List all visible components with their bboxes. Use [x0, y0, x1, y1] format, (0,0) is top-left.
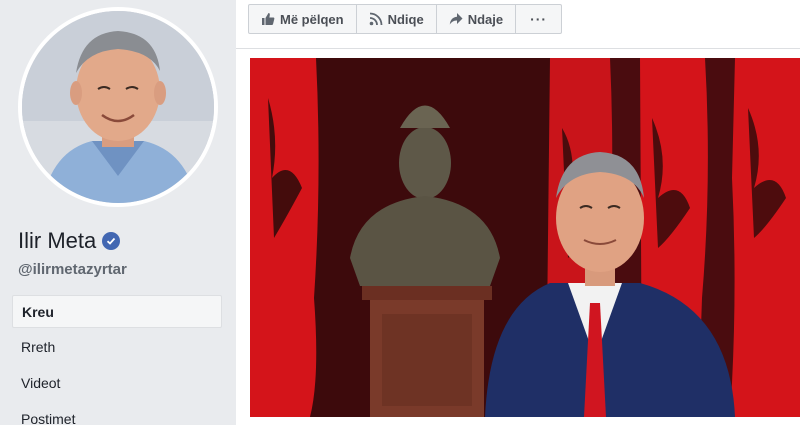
share-arrow-icon — [449, 12, 463, 26]
nav-item-posts[interactable]: Postimet — [12, 403, 222, 425]
page-title[interactable]: Ilir Meta — [18, 228, 121, 254]
left-column: Ilir Meta @ilirmetazyrtar Kreu Rreth Vid… — [0, 0, 236, 425]
profile-picture[interactable] — [22, 11, 214, 203]
share-button-label: Ndaje — [467, 11, 504, 27]
verified-check-icon — [102, 232, 121, 250]
like-button[interactable]: Më pëlqen — [248, 4, 357, 34]
rss-icon — [369, 12, 383, 26]
follow-button-label: Ndiqe — [387, 11, 424, 27]
follow-button[interactable]: Ndiqe — [355, 4, 437, 34]
page-nav: Kreu Rreth Videot Postimet — [12, 295, 222, 425]
main-column: Më pëlqen Ndiqe Ndaje ··· — [236, 0, 800, 425]
page-name-text[interactable]: Ilir Meta — [18, 228, 96, 254]
profile-picture-frame[interactable] — [18, 7, 218, 207]
like-button-label: Më pëlqen — [280, 11, 344, 27]
page-handle[interactable]: @ilirmetazyrtar — [18, 261, 127, 278]
nav-item-home[interactable]: Kreu — [12, 295, 222, 328]
nav-item-about[interactable]: Rreth — [12, 331, 222, 364]
thumbs-up-icon — [261, 12, 275, 26]
page-action-toolbar: Më pëlqen Ndiqe Ndaje ··· — [248, 4, 563, 36]
more-dots-icon: ··· — [530, 11, 548, 27]
more-options-button[interactable]: ··· — [515, 4, 563, 34]
nav-item-videos[interactable]: Videot — [12, 367, 222, 400]
toolbar-divider — [236, 48, 800, 49]
cover-photo[interactable] — [250, 58, 800, 417]
share-button[interactable]: Ndaje — [435, 4, 517, 34]
